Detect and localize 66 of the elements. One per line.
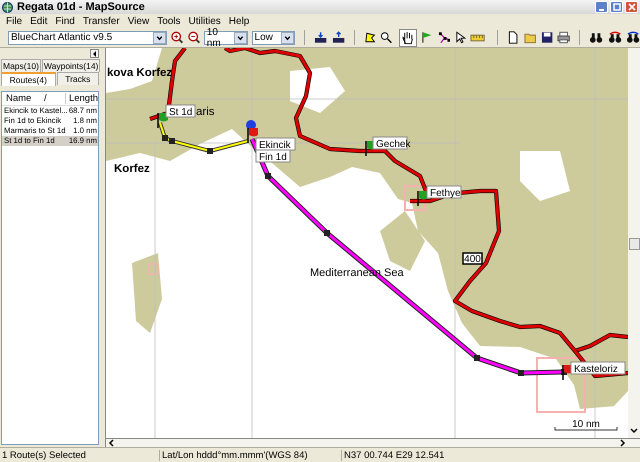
menu-item[interactable]: View (124, 16, 154, 26)
highlight-box (404, 185, 426, 211)
menu-item[interactable]: Edit (26, 16, 52, 26)
ruler-icon[interactable] (470, 32, 486, 42)
place-label: aris (196, 106, 215, 118)
scroll-thumb[interactable] (629, 238, 640, 250)
scroll-left-icon[interactable] (108, 439, 114, 447)
receive-from-device-icon[interactable] (314, 31, 328, 44)
sidebar-tab[interactable]: Maps(10) (1, 59, 41, 72)
horizontal-scrollbar[interactable] (106, 438, 640, 447)
scroll-right-icon[interactable] (620, 439, 626, 447)
print-icon[interactable] (557, 31, 570, 44)
waypoint-label: Gechek (372, 136, 410, 150)
vertical-scrollbar[interactable] (628, 48, 640, 438)
road-shield: 400 (462, 252, 483, 265)
menu-item[interactable]: Utilities (184, 16, 225, 26)
sidebar-tab[interactable]: Tracks (56, 72, 100, 85)
waypoint-label: Fethye (426, 186, 462, 199)
menu-item[interactable]: File (2, 16, 26, 26)
flag-tool-icon[interactable] (421, 31, 434, 44)
detail-dropdown[interactable]: Low (252, 30, 296, 44)
globe-icon (2, 2, 13, 12)
waypoint-label: St 1d (166, 104, 196, 118)
flag-icon[interactable] (247, 128, 258, 143)
scroll-down-icon[interactable] (630, 428, 638, 434)
find-previous-icon[interactable] (626, 31, 640, 44)
highlight-box (147, 263, 159, 275)
binoculars-icon[interactable] (589, 31, 604, 44)
panel-close-button[interactable] (90, 49, 99, 58)
waypoint-label: Fin 1d (256, 150, 290, 163)
waypoint-label: Kasteloriz (570, 362, 626, 375)
menu-item[interactable]: Help (224, 16, 254, 26)
route-tool-icon[interactable] (438, 31, 450, 44)
waypoint-label: Ekincik (256, 138, 296, 151)
scale-bar: 10 nm (554, 419, 618, 430)
zoom-dropdown[interactable]: 10 nm (204, 30, 248, 44)
close-button[interactable] (625, 1, 638, 13)
menu-item[interactable]: Find (51, 16, 79, 26)
zoom-in-icon[interactable] (171, 31, 184, 44)
column-header[interactable]: Length (64, 93, 98, 104)
new-document-icon[interactable] (507, 31, 520, 44)
area-tool-icon[interactable] (364, 31, 376, 44)
zoom-tool-icon[interactable] (380, 31, 392, 44)
find-next-icon[interactable] (608, 31, 622, 44)
zoom-out-icon[interactable] (188, 31, 200, 44)
status-text: 1 Route(s) Selected (0, 450, 160, 460)
column-header[interactable]: Name (6, 93, 44, 104)
hand-tool-icon[interactable] (399, 28, 418, 46)
status-text: Lat/Lon hddd°mm.mmm'(WGS 84) (160, 450, 342, 460)
place-label: Korfez (114, 163, 150, 175)
pointer-tool-icon[interactable] (454, 31, 466, 44)
maximize-button[interactable] (610, 1, 623, 13)
window-title: Regata 01d - MapSource (17, 1, 146, 13)
map-product-dropdown[interactable]: BlueChart Atlantic v9.5 (8, 30, 168, 44)
sidebar-tab[interactable]: Routes(4) (1, 72, 56, 86)
status-text: N37 00.744 E29 12.541 (343, 450, 446, 460)
minimize-button[interactable] (595, 1, 608, 13)
send-to-device-icon[interactable] (332, 31, 345, 44)
sidebar-tab[interactable]: Waypoints(14) (42, 59, 100, 72)
sort-indicator: / (44, 93, 48, 104)
menu-item[interactable]: Transfer (78, 16, 124, 26)
menu-item[interactable]: Tools (153, 16, 185, 26)
maximize-icon (612, 3, 620, 11)
folder-icon[interactable] (524, 31, 537, 44)
save-icon[interactable] (540, 31, 554, 44)
close-icon (628, 3, 636, 11)
